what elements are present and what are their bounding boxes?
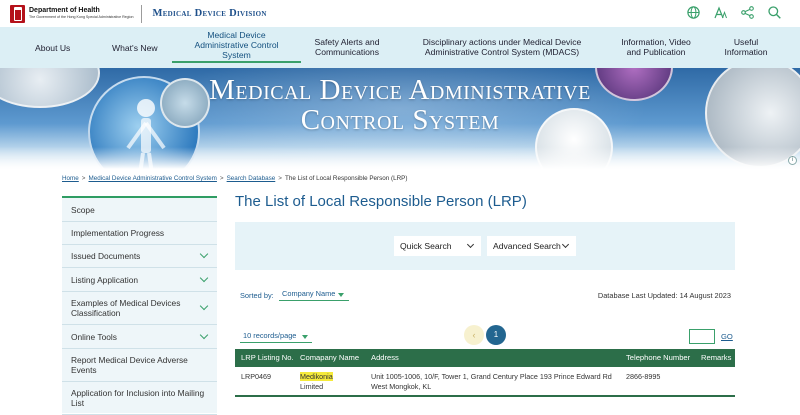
table-row: LRP0469 Medikonia Limited Unit 1005-1006… xyxy=(235,367,735,397)
division-title[interactable]: Medical Device Division xyxy=(152,8,266,19)
nav-disciplinary-actions[interactable]: Disciplinary actions under Medical Devic… xyxy=(418,37,586,57)
sidebar-item-mailing-list[interactable]: Application for Inclusion into Mailing L… xyxy=(62,382,217,415)
sidebar-item-issued-documents[interactable]: Issued Documents xyxy=(62,245,217,268)
breadcrumb-current: The List of Local Responsible Person (LR… xyxy=(284,175,408,182)
info-icon[interactable]: i xyxy=(788,156,797,165)
pagination-prev-button[interactable]: ‹ xyxy=(464,325,484,345)
globe-icon[interactable] xyxy=(686,5,701,20)
dh-logo[interactable]: Department of Health The Government of t… xyxy=(10,4,134,23)
nav-whats-new[interactable]: What's New xyxy=(112,43,158,53)
sidebar: Scope Implementation Progress Issued Doc… xyxy=(62,196,217,415)
dropdown-arrow-icon xyxy=(338,293,344,297)
chevron-down-icon xyxy=(199,330,209,339)
pagination-page-1[interactable]: 1 xyxy=(486,325,506,345)
header-divider xyxy=(141,4,143,23)
chevron-down-icon xyxy=(199,301,209,311)
banner-title-line2: Control System xyxy=(300,104,500,136)
database-last-updated: Database Last Updated: 14 August 2023 xyxy=(597,291,731,300)
chevron-down-icon xyxy=(561,240,570,249)
dh-emblem-icon xyxy=(10,4,25,23)
lrp-table: LRP Listing No. Comapany Name Address Te… xyxy=(235,349,735,397)
breadcrumb-mdacs[interactable]: Medical Device Administrative Control Sy… xyxy=(88,175,216,182)
sidebar-item-online-tools[interactable]: Online Tools xyxy=(62,325,217,349)
col-remarks: Remarks xyxy=(701,353,732,362)
col-address: Address xyxy=(371,353,399,362)
chevron-down-icon xyxy=(199,273,209,282)
nav-safety-alerts[interactable]: Safety Alerts and Communications xyxy=(307,37,387,57)
records-per-page-select[interactable]: 10 records/page xyxy=(240,331,312,343)
nav-mdacs[interactable]: Medical Device Administrative Control Sy… xyxy=(172,30,301,63)
font-size-icon[interactable] xyxy=(713,5,728,20)
breadcrumb-home[interactable]: Home xyxy=(62,175,79,182)
advanced-search-button[interactable]: Advanced Search xyxy=(487,236,576,256)
cell-listing-no: LRP0469 xyxy=(241,372,271,381)
banner-title-line1: Medical Device Administrative xyxy=(209,74,591,106)
nav-useful-information[interactable]: Useful Information xyxy=(717,37,775,57)
breadcrumb-search-database[interactable]: Search Database xyxy=(227,175,276,182)
hero-banner: Medical Device Administrative Control Sy… xyxy=(0,68,800,169)
cell-company-name: Medikonia Limited xyxy=(300,372,333,391)
share-icon[interactable] xyxy=(740,5,755,20)
col-telephone: Telephone Number xyxy=(626,353,691,362)
quick-search-button[interactable]: Quick Search xyxy=(394,236,481,256)
sidebar-item-scope[interactable]: Scope xyxy=(62,198,217,222)
org-name: Department of Health xyxy=(29,7,100,14)
go-button[interactable]: GO xyxy=(721,332,733,341)
nav-information-video[interactable]: Information, Video and Publication xyxy=(617,37,695,57)
top-header: Department of Health The Government of t… xyxy=(0,0,800,27)
main-nav: About Us What's New Medical Device Admin… xyxy=(0,27,800,68)
nav-about-us[interactable]: About Us xyxy=(35,43,70,53)
page-number-input[interactable] xyxy=(689,329,715,344)
breadcrumb: Home > Medical Device Administrative Contr… xyxy=(62,175,408,182)
sidebar-item-implementation-progress[interactable]: Implementation Progress xyxy=(62,222,217,245)
chevron-down-icon xyxy=(466,240,475,249)
sidebar-item-listing-application[interactable]: Listing Application xyxy=(62,268,217,292)
company-name-highlight: Medikonia xyxy=(300,372,333,381)
chevron-down-icon xyxy=(199,249,209,259)
dropdown-arrow-icon xyxy=(302,335,308,339)
sort-select[interactable]: Company Name xyxy=(279,289,349,301)
sorted-by-label: Sorted by: xyxy=(240,291,274,300)
col-listing-no: LRP Listing No. xyxy=(241,353,294,362)
cell-address: Unit 1005-1006, 10/F, Tower 1, Grand Cen… xyxy=(371,372,612,391)
cell-telephone: 2866-8995 xyxy=(626,372,661,381)
sidebar-item-examples-classification[interactable]: Examples of Medical Devices Classificati… xyxy=(62,292,217,325)
col-company-name: Comapany Name xyxy=(300,353,360,362)
search-icon[interactable] xyxy=(767,5,782,20)
sidebar-item-report-adverse-events[interactable]: Report Medical Device Adverse Events xyxy=(62,349,217,382)
table-header: LRP Listing No. Comapany Name Address Te… xyxy=(235,349,735,367)
org-subtitle: The Government of the Hong Kong Special … xyxy=(29,15,134,19)
search-panel: Quick Search Advanced Search xyxy=(235,222,735,270)
page-title: The List of Local Responsible Person (LR… xyxy=(235,193,527,210)
